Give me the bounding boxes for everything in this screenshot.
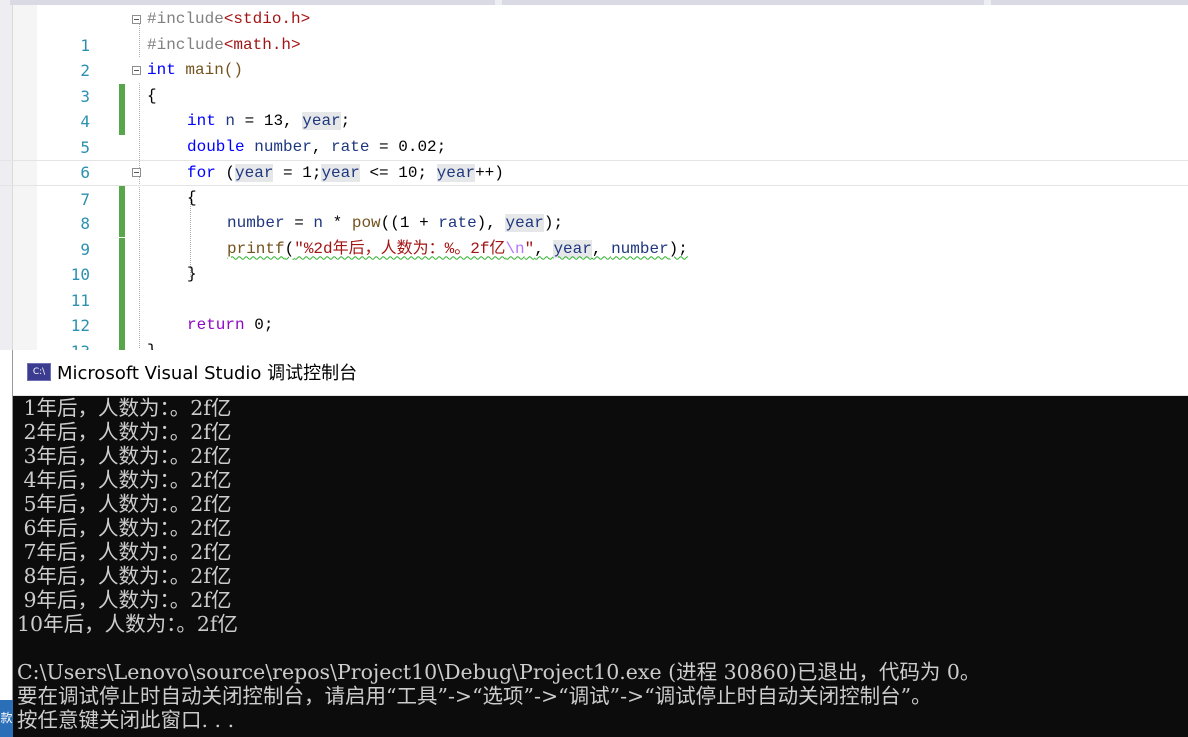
collapse-icon[interactable] xyxy=(132,15,141,24)
console-output[interactable]: 1年后，人数为：。2f亿 2年后，人数为：。2f亿 3年后，人数为：。2f亿 4… xyxy=(17,396,1188,737)
code-line[interactable]: 4 { xyxy=(0,84,1188,132)
code-text: ((1 + xyxy=(380,214,439,232)
code-line[interactable]: 9 number = n * pow((1 + rate), year); xyxy=(0,211,1188,313)
console-line: 10年后，人数为：。2f亿 xyxy=(17,612,238,636)
identifier-highlight: year xyxy=(436,164,476,182)
code-editor[interactable]: 1 #include<stdio.h> 2 #include<math.h> 3… xyxy=(0,5,1188,350)
code-text: = 1; xyxy=(273,164,322,182)
console-line: 2年后，人数为：。2f亿 xyxy=(17,420,232,444)
identifier: number xyxy=(611,239,669,258)
code-line[interactable]: 2 #include<math.h> xyxy=(0,33,1188,135)
code-text: ); xyxy=(543,214,564,232)
header-name: <math.h> xyxy=(223,35,301,54)
code-text: { xyxy=(187,188,197,207)
code-text: = 0.02; xyxy=(369,137,447,156)
console-line: 1年后，人数为：。2f亿 xyxy=(17,396,232,420)
console-line: 9年后，人数为：。2f亿 xyxy=(17,588,232,612)
identifier: n xyxy=(313,214,324,232)
console-line: 6年后，人数为：。2f亿 xyxy=(17,516,232,540)
console-line: 要在调试停止时自动关闭控制台，请启用“工具”->“选项”->“调试”->“调试停… xyxy=(17,684,932,708)
code-text: 0; xyxy=(244,316,274,334)
console-line: 4年后，人数为：。2f亿 xyxy=(17,468,232,492)
identifier-highlight: year xyxy=(321,164,360,182)
warning-squiggle: printf("%2d年后，人数为：%。2f亿\n", year, number… xyxy=(227,237,688,263)
keyword: for xyxy=(187,164,216,182)
code-text: , xyxy=(534,239,554,258)
console-line: 7年后，人数为：。2f亿 xyxy=(17,540,232,564)
code-line[interactable]: 1 #include<stdio.h> xyxy=(0,7,1188,109)
preprocessor: #include xyxy=(147,35,224,54)
console-line: 5年后，人数为：。2f亿 xyxy=(17,492,232,516)
collapse-icon[interactable] xyxy=(132,66,141,75)
string-literal: " xyxy=(524,239,535,258)
code-text: } xyxy=(147,339,157,351)
identifier: n xyxy=(225,112,236,130)
console-line: 按任意键关闭此窗口. . . xyxy=(17,708,235,732)
code-text: { xyxy=(147,86,157,105)
function-name: main() xyxy=(175,61,244,79)
keyword: int xyxy=(187,112,216,130)
identifier-highlight: year xyxy=(302,112,341,130)
code-text: } xyxy=(187,265,197,283)
identifier: number xyxy=(227,214,285,232)
code-line-current[interactable]: 7 for (year = 1;year <= 10; year++) xyxy=(0,160,1188,263)
keyword-return: return xyxy=(187,316,245,334)
code-line[interactable]: 6 double number, rate = 0.02; xyxy=(0,135,1188,237)
identifier-highlight: year xyxy=(235,164,274,182)
code-line[interactable]: 11 } xyxy=(0,262,1188,350)
code-line[interactable]: 12 xyxy=(0,288,1188,335)
code-text: , xyxy=(311,137,332,156)
code-text: ++) xyxy=(475,164,504,182)
code-line[interactable]: 14 } xyxy=(0,339,1188,351)
code-line[interactable]: 3 int main() xyxy=(0,58,1188,106)
console-line: 8年后，人数为：。2f亿 xyxy=(17,564,232,588)
code-text: = xyxy=(284,214,314,232)
code-text: ), xyxy=(476,214,506,232)
identifier: rate xyxy=(438,214,477,232)
code-text: <= 10; xyxy=(359,164,437,182)
string-literal: "%2d年后，人数为：%。2f亿 xyxy=(294,239,506,258)
collapse-icon[interactable] xyxy=(132,168,141,177)
code-text: * xyxy=(323,214,352,232)
identifier: number xyxy=(254,137,312,156)
code-text: ( xyxy=(215,164,236,182)
console-title: Microsoft Visual Studio 调试控制台 xyxy=(57,363,358,384)
code-text: ); xyxy=(668,239,688,258)
console-title-bar[interactable]: C:\ Microsoft Visual Studio 调试控制台 xyxy=(13,350,1188,396)
code-line[interactable]: 5 int n = 13, year; xyxy=(0,109,1188,211)
code-line[interactable]: 8 { xyxy=(0,186,1188,288)
code-line[interactable]: 13 return 0; xyxy=(0,313,1188,350)
code-text: ; xyxy=(340,112,351,130)
taskbar-button[interactable]: 款 xyxy=(0,700,13,737)
code-text: , xyxy=(591,239,612,258)
preprocessor: #include xyxy=(147,10,224,28)
header-name: <stdio.h> xyxy=(223,10,311,28)
console-line: 3年后，人数为：。2f亿 xyxy=(17,444,232,468)
code-text: ( xyxy=(284,239,295,258)
keyword: int xyxy=(147,61,176,79)
console-app-icon: C:\ xyxy=(27,363,51,381)
debug-console-window[interactable]: C:\ Microsoft Visual Studio 调试控制台 1年后，人数… xyxy=(12,350,1188,737)
identifier: rate xyxy=(331,137,370,156)
code-text: = 13, xyxy=(235,112,303,130)
code-line[interactable]: 10 printf("%2d年后，人数为：%。2f亿\n", year, num… xyxy=(0,237,1188,339)
function-name: printf xyxy=(227,239,285,258)
console-line: C:\Users\Lenovo\source\repos\Project10\D… xyxy=(17,660,981,684)
identifier-highlight: year xyxy=(553,239,592,258)
keyword: double xyxy=(187,137,245,156)
identifier-highlight: year xyxy=(505,214,544,232)
function-name: pow xyxy=(351,214,381,232)
escape-sequence: \n xyxy=(505,239,525,258)
